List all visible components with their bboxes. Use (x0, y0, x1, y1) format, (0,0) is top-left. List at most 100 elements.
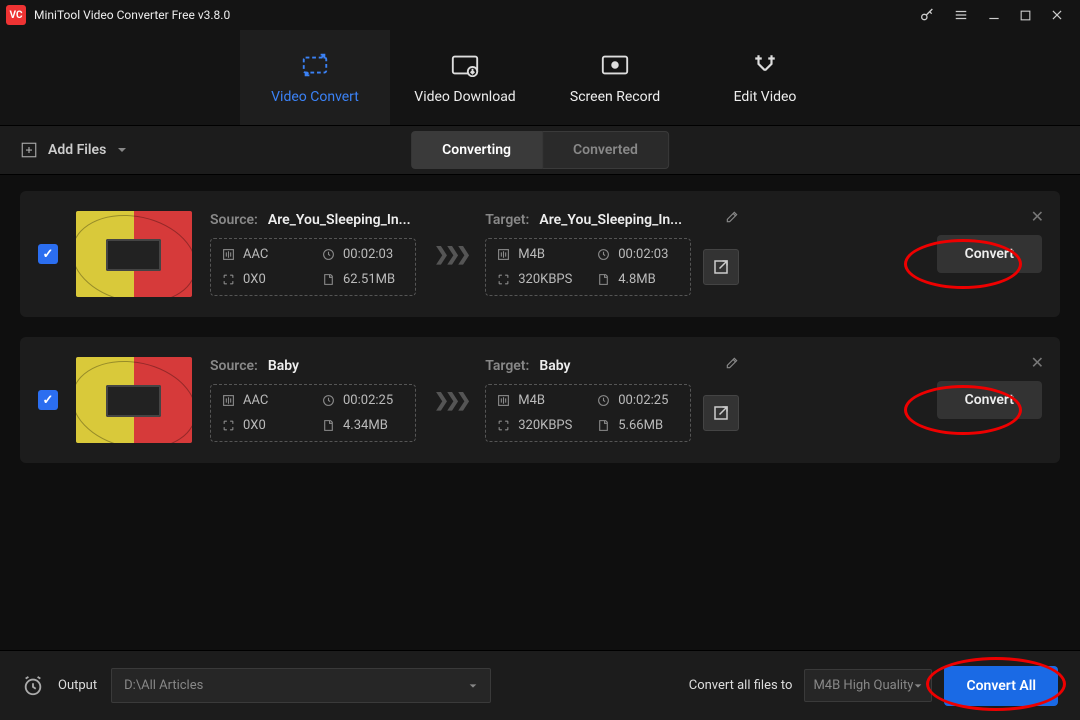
tgt-codec: M4B (518, 247, 545, 262)
close-icon[interactable] (1050, 8, 1064, 22)
window-controls (919, 7, 1074, 23)
resolution-icon (221, 419, 235, 433)
tgt-codec: M4B (518, 393, 545, 408)
tgt-size: 4.8MB (618, 272, 656, 287)
tab-edit-video[interactable]: Edit Video (690, 30, 840, 125)
add-files-label: Add Files (48, 142, 106, 158)
checkbox[interactable]: ✓ (38, 390, 58, 410)
target-name: Are_You_Sleeping_In... (539, 212, 682, 228)
arrow-icon: ❯❯❯ (434, 390, 467, 411)
footer-bar: Output D:\All Articles Convert all files… (0, 650, 1080, 720)
file-list: ✓ Source: Are_You_Sleeping_In... AAC 00:… (0, 175, 1080, 479)
edit-target-icon[interactable] (725, 210, 739, 224)
target-label: Target: (485, 358, 529, 374)
format-select[interactable]: M4B High Quality (804, 669, 932, 702)
codec-icon (496, 394, 510, 408)
toolbar: Add Files Converting Converted (0, 125, 1080, 175)
record-icon (600, 51, 630, 79)
format-value: M4B High Quality (813, 678, 913, 693)
minimize-icon[interactable] (987, 8, 1001, 22)
disk-icon (321, 273, 335, 287)
target-meta: M4B 00:02:25 320KBPS 5.66MB (485, 384, 691, 442)
key-icon[interactable] (919, 7, 935, 23)
edit-target-icon[interactable] (725, 356, 739, 370)
tab-screen-record[interactable]: Screen Record (540, 30, 690, 125)
remove-item-icon[interactable]: ✕ (1031, 207, 1044, 226)
file-card: ✓ Source: Are_You_Sleeping_In... AAC 00:… (20, 191, 1060, 317)
source-meta: AAC 00:02:25 0X0 4.34MB (210, 384, 416, 442)
resolution-icon (221, 273, 235, 287)
src-codec: AAC (243, 393, 268, 408)
tgt-bitrate: 320KBPS (518, 418, 572, 433)
src-resolution: 0X0 (243, 418, 266, 433)
target-label: Target: (485, 212, 529, 228)
output-path-select[interactable]: D:\All Articles (111, 668, 491, 703)
convert-all-button[interactable]: Convert All (944, 666, 1058, 706)
src-duration: 00:02:03 (343, 247, 393, 262)
menu-icon[interactable] (953, 8, 969, 22)
maximize-icon[interactable] (1019, 9, 1032, 22)
target-settings-button[interactable] (703, 249, 739, 285)
convert-button[interactable]: Convert (937, 381, 1042, 419)
codec-icon (221, 248, 235, 262)
thumbnail (76, 357, 192, 443)
src-size: 4.34MB (343, 418, 388, 433)
clock-icon (321, 248, 335, 262)
clock-icon (596, 394, 610, 408)
arrow-icon: ❯❯❯ (434, 244, 467, 265)
target-meta: M4B 00:02:03 320KBPS 4.8MB (485, 238, 691, 296)
bitrate-icon (496, 419, 510, 433)
target-column: Target: Are_You_Sleeping_In... M4B 00:02… (485, 212, 739, 296)
tgt-bitrate: 320KBPS (518, 272, 572, 287)
seg-converting[interactable]: Converting (411, 131, 542, 169)
tab-label: Video Download (414, 89, 515, 105)
tgt-size: 5.66MB (618, 418, 663, 433)
convert-button[interactable]: Convert (937, 235, 1042, 273)
target-column: Target: Baby M4B 00:02:25 320KBPS 5.66MB (485, 358, 739, 442)
title-bar: VC MiniTool Video Converter Free v3.8.0 (0, 0, 1080, 30)
clock-icon (321, 394, 335, 408)
output-label: Output (58, 678, 97, 693)
alarm-icon[interactable] (22, 675, 44, 697)
src-codec: AAC (243, 247, 268, 262)
seg-converted[interactable]: Converted (542, 131, 669, 169)
disk-icon (321, 419, 335, 433)
chevron-down-icon (468, 681, 478, 691)
convert-all-to-label: Convert all files to (689, 678, 793, 693)
remove-item-icon[interactable]: ✕ (1031, 353, 1044, 372)
checkbox[interactable]: ✓ (38, 244, 58, 264)
tab-video-download[interactable]: Video Download (390, 30, 540, 125)
tab-label: Video Convert (271, 89, 359, 105)
app-logo: VC (6, 5, 26, 25)
codec-icon (221, 394, 235, 408)
plus-box-icon (20, 141, 38, 159)
source-column: Source: Are_You_Sleeping_In... AAC 00:02… (210, 212, 416, 296)
target-name: Baby (539, 358, 570, 374)
tab-video-convert[interactable]: Video Convert (240, 30, 390, 125)
nav-tabs: Video Convert Video Download Screen Reco… (0, 30, 1080, 125)
source-name: Baby (268, 358, 299, 374)
source-label: Source: (210, 358, 258, 374)
source-label: Source: (210, 212, 258, 228)
disk-icon (596, 273, 610, 287)
chevron-down-icon (116, 144, 128, 156)
tab-label: Screen Record (570, 89, 660, 105)
segment-control: Converting Converted (411, 131, 669, 169)
source-meta: AAC 00:02:03 0X0 62.51MB (210, 238, 416, 296)
src-duration: 00:02:25 (343, 393, 393, 408)
thumbnail (76, 211, 192, 297)
target-settings-button[interactable] (703, 395, 739, 431)
src-resolution: 0X0 (243, 272, 266, 287)
source-name: Are_You_Sleeping_In... (268, 212, 411, 228)
app-title: MiniTool Video Converter Free v3.8.0 (34, 8, 919, 22)
chevron-down-icon (913, 681, 923, 691)
edit-icon (752, 51, 778, 79)
tgt-duration: 00:02:25 (618, 393, 668, 408)
output-path: D:\All Articles (124, 678, 203, 693)
disk-icon (596, 419, 610, 433)
source-column: Source: Baby AAC 00:02:25 0X0 4.34MB (210, 358, 416, 442)
add-files-button[interactable]: Add Files (20, 141, 128, 159)
tab-label: Edit Video (734, 89, 797, 105)
codec-icon (496, 248, 510, 262)
bitrate-icon (496, 273, 510, 287)
